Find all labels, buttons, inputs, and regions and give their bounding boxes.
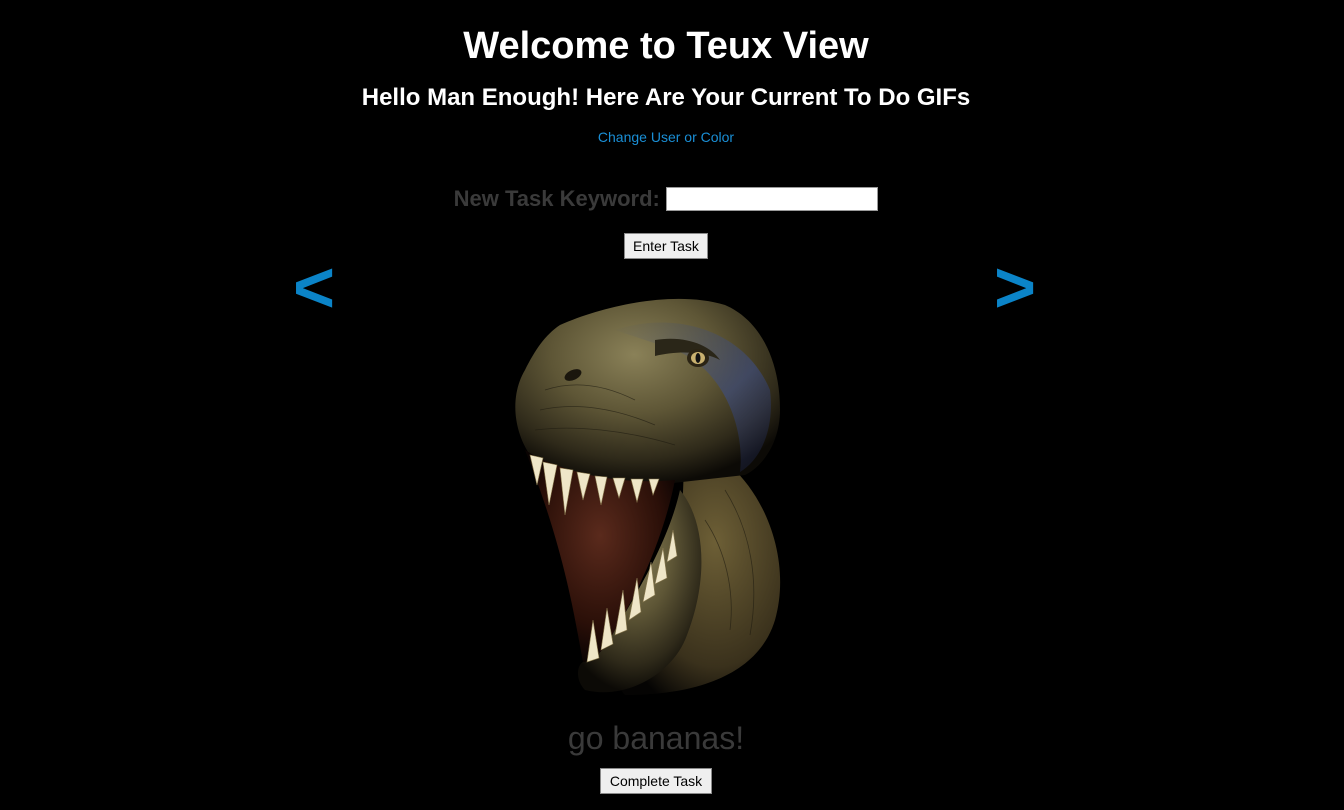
new-task-form: New Task Keyword: <box>0 186 1332 212</box>
enter-task-button[interactable]: Enter Task <box>624 233 708 259</box>
task-caption: go bananas! <box>567 720 745 756</box>
new-task-label: New Task Keyword: <box>453 186 660 211</box>
page-subtitle: Hello Man Enough! Here Are Your Current … <box>361 84 971 111</box>
task-gif-image <box>505 290 805 700</box>
change-user-container: Change User or Color <box>0 128 1332 146</box>
teux-view-page: Welcome to Teux View Hello Man Enough! H… <box>0 0 1344 810</box>
change-user-link[interactable]: Change User or Color <box>598 129 734 145</box>
t-rex-icon <box>515 298 781 695</box>
new-task-input[interactable] <box>666 187 879 211</box>
next-gif-arrow[interactable]: > <box>994 248 1036 328</box>
prev-gif-arrow[interactable]: < <box>293 248 335 328</box>
page-title: Welcome to Teux View <box>463 25 869 67</box>
complete-task-button[interactable]: Complete Task <box>600 768 712 794</box>
